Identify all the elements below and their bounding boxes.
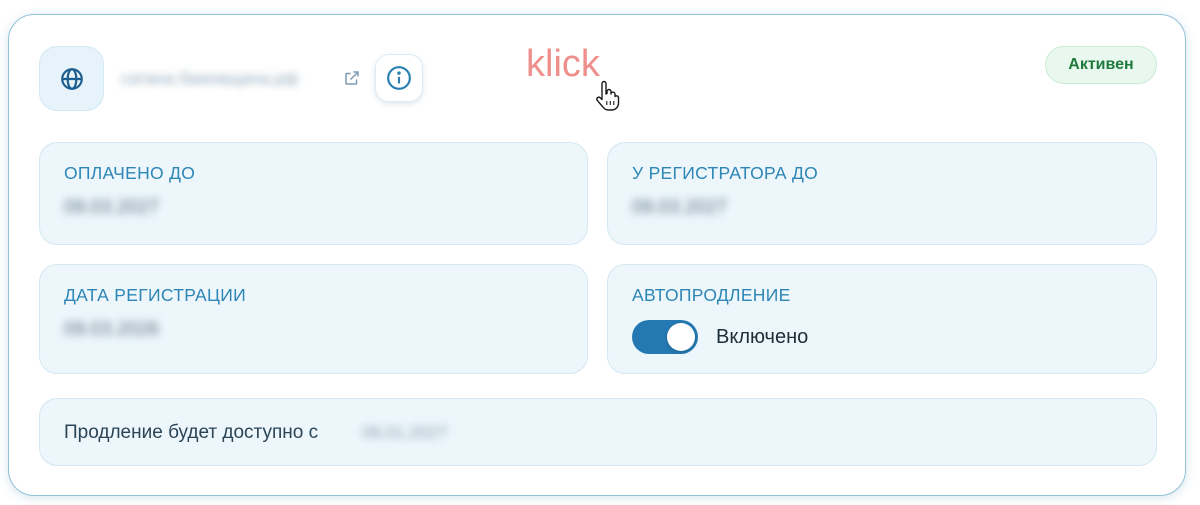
autorenew-toggle[interactable] (632, 320, 698, 354)
domain-name[interactable]: сатана.бажовщина.рф (121, 66, 298, 92)
paid-until-panel: ОПЛАЧЕНО ДО 09.03.2027 (39, 142, 588, 245)
renewal-info-panel: Продление будет доступно с 08.01.2027 (39, 398, 1157, 466)
info-button[interactable] (375, 54, 423, 102)
klick-annotation: klick (526, 43, 600, 85)
autorenew-label: АВТОПРОДЛЕНИЕ (632, 285, 791, 305)
renewal-text: Продление будет доступно с (64, 422, 319, 443)
registrar-until-label: У РЕГИСТРАТОРА ДО (632, 163, 819, 183)
external-link-button[interactable] (341, 67, 363, 89)
paid-until-label: ОПЛАЧЕНО ДО (64, 163, 196, 183)
registration-date-value: 09.03.2026 (64, 319, 160, 340)
paid-until-value: 09.03.2027 (64, 197, 160, 218)
external-link-icon (345, 71, 359, 85)
autorenew-panel: АВТОПРОДЛЕНИЕ Включено (607, 264, 1157, 374)
registrar-until-panel: У РЕГИСТРАТОРА ДО 09.03.2027 (607, 142, 1157, 245)
registration-date-label: ДАТА РЕГИСТРАЦИИ (64, 285, 247, 305)
toggle-knob (667, 323, 695, 351)
renewal-date: 08.01.2027 (362, 423, 448, 442)
domain-icon-tile (39, 46, 104, 111)
registrar-until-value: 09.03.2027 (632, 197, 728, 218)
info-icon (387, 66, 411, 90)
hand-pointer-icon (596, 80, 620, 111)
status-badge: Активен (1045, 46, 1157, 84)
registration-date-panel: ДАТА РЕГИСТРАЦИИ 09.03.2026 (39, 264, 588, 374)
autorenew-state-label: Включено (716, 326, 809, 348)
globe-icon (60, 67, 83, 90)
